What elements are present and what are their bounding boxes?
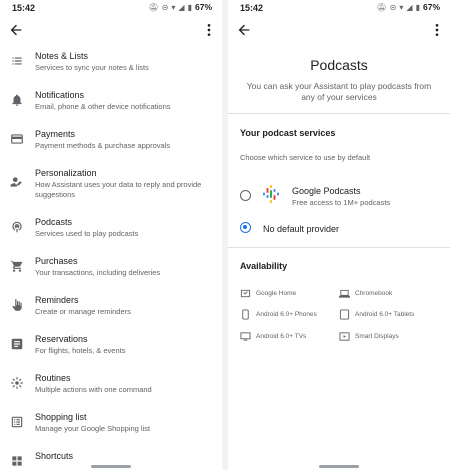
availability-item: Android 6.0+ TVs [240, 330, 306, 342]
option-title: No default provider [263, 224, 340, 234]
page-title: Podcasts [310, 57, 368, 73]
setting-item-reservations[interactable]: Reservations For flights, hotels, & even… [0, 329, 222, 365]
radio-google-podcasts[interactable] [240, 190, 251, 201]
bell-icon [10, 93, 24, 107]
dnd-icon: ⊝ [161, 2, 169, 12]
app-bar [228, 18, 450, 44]
setting-subtitle: Your transactions, including deliveries [35, 268, 161, 277]
wifi-icon: ▾ [171, 2, 176, 12]
setting-title: Routines [35, 373, 71, 383]
mute-icon: 🔕︎ [148, 2, 159, 12]
setting-item-routines[interactable]: Routines Multiple actions with one comma… [0, 368, 222, 404]
smart-display-icon [339, 331, 350, 342]
routines-icon [10, 376, 24, 390]
tablet-icon [339, 308, 350, 320]
setting-title: Notes & Lists [35, 51, 89, 61]
option-title: Google Podcasts [292, 186, 361, 196]
more-options-icon[interactable] [204, 22, 214, 38]
status-time: 15:42 [12, 3, 36, 13]
availability-item: Smart Displays [339, 330, 399, 342]
dnd-icon: ⊝ [389, 2, 397, 12]
app-bar [0, 18, 222, 44]
reservation-icon [10, 337, 24, 351]
status-bar: 15:42 🔕︎ ⊝ ▾ ◢ ▮ 67% [228, 0, 450, 16]
assistant-settings-screen: 15:42 🔕︎ ⊝ ▾ ◢ ▮ 67% Notes & Lists Servi… [0, 0, 222, 470]
divider [228, 113, 450, 114]
availability-heading: Availability [240, 261, 288, 271]
shopping-list-icon [10, 415, 24, 429]
setting-title: Payments [35, 129, 76, 139]
setting-subtitle: Manage your Google Shopping list [35, 424, 151, 433]
reminder-hand-icon [10, 298, 24, 312]
battery-icon: ▮ [187, 2, 192, 12]
setting-item-payments[interactable]: Payments Payment methods & purchase appr… [0, 124, 222, 160]
setting-title: Personalization [35, 168, 97, 178]
setting-title: Shopping list [35, 412, 87, 422]
setting-subtitle: How Assistant uses your data to reply an… [35, 180, 202, 199]
setting-item-reminders[interactable]: Reminders Create or manage reminders [0, 290, 222, 326]
setting-item-notifications[interactable]: Notifications Email, phone & other devic… [0, 85, 222, 121]
home-indicator[interactable] [319, 465, 359, 468]
status-icons: 🔕︎ ⊝ ▾ ◢ ▮ 67% [377, 2, 440, 12]
divider [228, 247, 450, 248]
setting-title: Notifications [35, 90, 85, 100]
person-edit-icon [10, 175, 24, 189]
option-subtitle: Free access to 1M+ podcasts [292, 198, 391, 207]
laptop-icon [339, 288, 350, 299]
setting-item-personalization[interactable]: Personalization How Assistant uses your … [0, 163, 222, 207]
phone-icon [240, 308, 251, 320]
setting-title: Podcasts [35, 217, 73, 227]
setting-subtitle: Services used to play podcasts [35, 229, 139, 238]
status-bar: 15:42 🔕︎ ⊝ ▾ ◢ ▮ 67% [0, 0, 222, 16]
notes-list-icon [10, 54, 24, 68]
setting-title: Purchases [35, 256, 78, 266]
setting-subtitle: Payment methods & purchase approvals [35, 141, 171, 150]
setting-subtitle: Create or manage reminders [35, 307, 131, 316]
setting-item-notes-lists[interactable]: Notes & Lists Services to sync your note… [0, 46, 222, 82]
radio-no-default-provider[interactable] [240, 222, 251, 233]
battery-icon: ▮ [415, 2, 420, 12]
services-hint: Choose which service to use by default [240, 153, 371, 162]
signal-icon: ◢ [406, 2, 413, 12]
podcast-icon [10, 220, 24, 234]
battery-level: 67% [194, 2, 212, 12]
shortcuts-icon [10, 454, 24, 468]
battery-level: 67% [422, 2, 440, 12]
back-arrow-icon[interactable] [8, 22, 24, 38]
setting-title: Reservations [35, 334, 88, 344]
more-options-icon[interactable] [432, 22, 442, 38]
availability-item: Android 6.0+ Tablets [339, 308, 414, 320]
availability-item: Google Home [240, 287, 296, 299]
setting-subtitle: Multiple actions with one command [35, 385, 152, 394]
services-heading: Your podcast services [240, 128, 336, 138]
availability-item: Android 6.0+ Phones [240, 308, 317, 320]
podcasts-settings-screen: 15:42 🔕︎ ⊝ ▾ ◢ ▮ 67% Podcasts You can as… [228, 0, 450, 470]
setting-subtitle: For flights, hotels, & events [35, 346, 126, 355]
page-subtitle: You can ask your Assistant to play podca… [246, 81, 432, 102]
setting-subtitle: Email, phone & other device notification… [35, 102, 171, 111]
google-podcasts-logo-icon [263, 185, 279, 203]
home-indicator[interactable] [91, 465, 131, 468]
google-home-icon [240, 288, 251, 299]
setting-item-podcasts[interactable]: Podcasts Services used to play podcasts [0, 212, 222, 248]
wifi-icon: ▾ [399, 2, 404, 12]
setting-subtitle: Services to sync your notes & lists [35, 63, 149, 72]
status-time: 15:42 [240, 3, 264, 13]
mute-icon: 🔕︎ [376, 2, 387, 12]
back-arrow-icon[interactable] [236, 22, 252, 38]
status-icons: 🔕︎ ⊝ ▾ ◢ ▮ 67% [149, 2, 212, 12]
availability-item: Chromebook [339, 287, 392, 299]
setting-title: Shortcuts [35, 451, 74, 461]
credit-card-icon [10, 132, 24, 146]
setting-item-purchases[interactable]: Purchases Your transactions, including d… [0, 251, 222, 287]
tv-icon [240, 331, 251, 342]
setting-title: Reminders [35, 295, 79, 305]
cart-icon [10, 259, 24, 273]
signal-icon: ◢ [178, 2, 185, 12]
setting-item-shopping-list[interactable]: Shopping list Manage your Google Shoppin… [0, 407, 222, 443]
